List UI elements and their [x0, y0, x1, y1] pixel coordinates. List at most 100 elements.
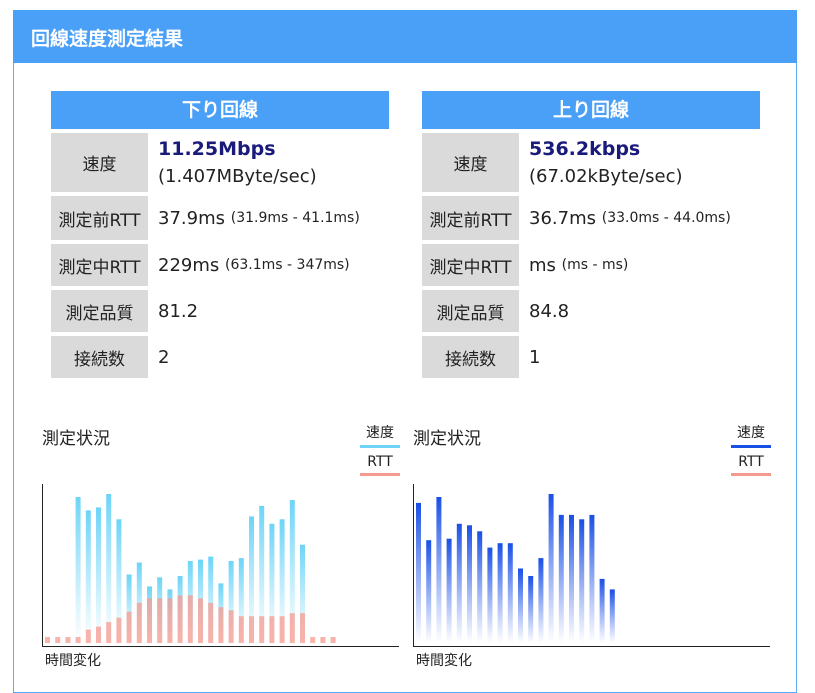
rtt-bar-0-17 — [218, 607, 224, 643]
rtt-bar-0-6 — [106, 622, 112, 643]
page-title: 回線速度測定結果 — [31, 28, 184, 50]
download-quality-row: 測定品質 81.2 — [51, 290, 389, 332]
upload-legend-speed-swatch — [731, 445, 771, 448]
rtt-bar-0-0 — [45, 637, 50, 643]
download-legend-rtt-swatch — [360, 473, 400, 476]
speed-bar-1-8 — [497, 543, 503, 643]
rtt-bar-0-27 — [320, 637, 326, 643]
speed-bar-1-0 — [416, 502, 421, 643]
upload-speed-label: 速度 — [422, 133, 519, 192]
upload-plot-area — [413, 484, 770, 647]
rtt-bar-0-19 — [238, 616, 244, 643]
download-legend-rtt-label: RTT — [367, 454, 393, 470]
rtt-bar-0-7 — [116, 617, 122, 643]
speed-bar-1-7 — [487, 547, 493, 643]
rtt-bar-0-11 — [157, 598, 163, 643]
download-panel: 下り回線 速度 11.25Mbps (1.407MByte/sec) 測定前RT… — [51, 91, 389, 378]
upload-rtt-before-label: 測定前RTT — [422, 196, 519, 240]
download-connections-value: 2 — [158, 346, 170, 368]
speed-bar-1-5 — [467, 525, 472, 643]
download-rtt-during-row: 測定中RTT 229ms (63.1ms - 347ms) — [51, 244, 389, 286]
speed-bar-1-15 — [569, 514, 574, 643]
speed-bar-1-2 — [436, 497, 442, 643]
speed-bar-0-4 — [85, 510, 91, 643]
rtt-bar-0-23 — [279, 616, 285, 643]
speed-bar-0-3 — [75, 497, 81, 643]
upload-quality-label: 測定品質 — [422, 290, 519, 332]
rtt-bar-0-5 — [96, 626, 101, 643]
upload-panel: 上り回線 速度 536.2kbps (67.02kByte/sec) 測定前RT… — [422, 91, 760, 378]
upload-chart-title: 測定状況 — [413, 429, 481, 449]
download-speed-value: 11.25Mbps — [158, 137, 276, 160]
upload-rtt-before-range: (33.0ms - 44.0ms) — [601, 210, 731, 226]
speed-bar-1-14 — [558, 514, 564, 643]
upload-legend-speed-label: 速度 — [737, 425, 765, 441]
rtt-bar-0-9 — [136, 602, 142, 643]
rtt-bar-0-16 — [208, 602, 214, 643]
result-header: 回線速度測定結果 — [13, 10, 797, 63]
download-connections-label: 接続数 — [51, 336, 148, 378]
speed-bar-0-5 — [96, 507, 101, 643]
upload-legend-rtt-label: RTT — [738, 454, 764, 470]
speed-bar-1-17 — [589, 514, 595, 643]
upload-speed-value: 536.2kbps — [529, 137, 641, 160]
speed-bar-1-12 — [538, 558, 544, 643]
speed-bar-1-18 — [599, 578, 605, 643]
rtt-bar-0-28 — [330, 637, 336, 643]
upload-title: 上り回線 — [422, 91, 760, 129]
rtt-bar-0-12 — [167, 598, 173, 643]
rtt-bar-0-1 — [55, 637, 61, 643]
download-legend-speed-swatch — [360, 445, 400, 448]
upload-legend-rtt-swatch — [731, 473, 771, 476]
upload-chart: 測定状況 速度 RTT 時間変化 — [413, 420, 771, 678]
speed-bar-1-4 — [456, 523, 462, 643]
speed-bar-1-3 — [446, 538, 452, 643]
upload-rtt-before-row: 測定前RTT 36.7ms (33.0ms - 44.0ms) — [422, 196, 760, 240]
download-connections-row: 接続数 2 — [51, 336, 389, 378]
download-rtt-during-label: 測定中RTT — [51, 244, 148, 286]
upload-rtt-during-value: ms — [529, 254, 556, 276]
upload-rtt-before-value: 36.7ms — [529, 207, 596, 229]
rtt-bar-0-3 — [75, 637, 81, 643]
speed-bar-1-11 — [528, 576, 534, 643]
rtt-bar-0-20 — [249, 616, 254, 643]
upload-speed-bytes: (67.02kByte/sec) — [529, 165, 683, 187]
speed-bar-1-9 — [507, 543, 513, 643]
download-legend-speed-label: 速度 — [366, 425, 394, 441]
speed-bar-1-16 — [579, 519, 585, 643]
rtt-bar-0-2 — [65, 637, 71, 643]
rtt-bar-0-14 — [187, 595, 193, 643]
upload-quality-row: 測定品質 84.8 — [422, 290, 760, 332]
upload-chart-xlabel: 時間変化 — [416, 653, 472, 669]
download-speed-label: 速度 — [51, 133, 148, 192]
rtt-bar-0-21 — [259, 616, 265, 643]
speed-bar-0-6 — [106, 494, 112, 643]
download-quality-label: 測定品質 — [51, 290, 148, 332]
download-legend-rtt: RTT — [360, 454, 400, 476]
download-rtt-before-value: 37.9ms — [158, 207, 225, 229]
rtt-bar-0-15 — [198, 598, 203, 643]
upload-connections-value: 1 — [529, 346, 541, 368]
download-rtt-during-range: (63.1ms - 347ms) — [225, 257, 350, 273]
download-quality-value: 81.2 — [158, 300, 199, 322]
upload-quality-value: 84.8 — [529, 300, 570, 322]
download-chart-xlabel: 時間変化 — [45, 653, 101, 669]
rtt-bar-0-25 — [300, 613, 305, 643]
download-rtt-during-value: 229ms — [158, 254, 220, 276]
speed-bar-1-10 — [518, 568, 523, 643]
upload-rtt-during-row: 測定中RTT ms (ms - ms) — [422, 244, 760, 286]
speed-bar-1-1 — [426, 540, 432, 643]
upload-rtt-during-label: 測定中RTT — [422, 244, 519, 286]
download-rtt-before-row: 測定前RTT 37.9ms (31.9ms - 41.1ms) — [51, 196, 389, 240]
download-chart: 測定状況 速度 RTT 時間変化 — [42, 420, 400, 678]
download-legend-speed: 速度 — [360, 422, 400, 448]
upload-connections-row: 接続数 1 — [422, 336, 760, 378]
upload-rtt-during-range: (ms - ms) — [561, 257, 629, 273]
download-rtt-before-range: (31.9ms - 41.1ms) — [230, 210, 360, 226]
download-plot-area — [42, 484, 399, 647]
rtt-bar-0-10 — [147, 598, 152, 643]
upload-legend-speed: 速度 — [731, 422, 771, 448]
rtt-bar-0-24 — [289, 613, 295, 643]
upload-speed-row: 速度 536.2kbps (67.02kByte/sec) — [422, 133, 760, 192]
download-rtt-before-label: 測定前RTT — [51, 196, 148, 240]
